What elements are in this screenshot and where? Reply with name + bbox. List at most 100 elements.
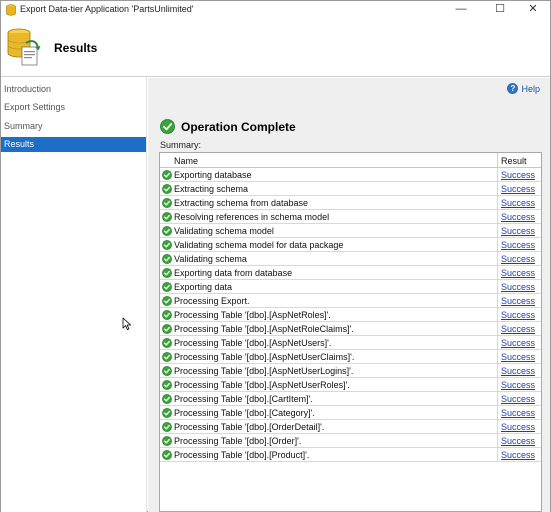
column-divider — [497, 266, 498, 280]
table-row[interactable]: Resolving references in schema model Succ… — [160, 210, 541, 224]
table-row[interactable]: Processing Table '[dbo].[AspNetUserLogin… — [160, 364, 541, 378]
page-title: Results — [54, 41, 98, 55]
mouse-cursor-icon — [122, 317, 131, 330]
row-result-link[interactable]: Success — [501, 422, 535, 432]
results-panel: ? Help Operation Complete Summary: Name … — [148, 78, 550, 512]
row-result-link[interactable]: Success — [501, 254, 535, 264]
row-result-link[interactable]: Success — [501, 212, 535, 222]
row-step-name: Processing Table '[dbo].[AspNetRoles]'. — [174, 310, 331, 320]
column-divider — [497, 322, 498, 336]
table-row[interactable]: Exporting database Success — [160, 168, 541, 182]
row-result-link[interactable]: Success — [501, 310, 535, 320]
table-row[interactable]: Validating schema Success — [160, 252, 541, 266]
column-divider — [497, 238, 498, 252]
sidebar-item-export-settings[interactable]: Export Settings — [1, 100, 146, 115]
maximize-button[interactable]: ☐ — [483, 1, 517, 19]
row-result-link[interactable]: Success — [501, 226, 535, 236]
row-result-link[interactable]: Success — [501, 268, 535, 278]
export-dialog-window: Export Data-tier Application 'PartsUnlim… — [0, 0, 551, 512]
success-check-icon — [162, 170, 172, 180]
close-button[interactable]: ✕ — [516, 1, 550, 19]
row-step-name: Processing Table '[dbo].[Category]'. — [174, 408, 315, 418]
table-row[interactable]: Processing Table '[dbo].[AspNetUserClaim… — [160, 350, 541, 364]
row-result-link[interactable]: Success — [501, 324, 535, 334]
row-result-link[interactable]: Success — [501, 198, 535, 208]
success-check-icon — [162, 282, 172, 292]
column-divider — [497, 448, 498, 462]
table-row[interactable]: Processing Table '[dbo].[CartItem]'. Succ… — [160, 392, 541, 406]
sidebar-item-summary[interactable]: Summary — [1, 119, 146, 134]
success-check-icon — [162, 198, 172, 208]
row-result-link[interactable]: Success — [501, 380, 535, 390]
table-row[interactable]: Processing Table '[dbo].[AspNetUserRoles… — [160, 378, 541, 392]
success-check-icon — [162, 338, 172, 348]
row-result-link[interactable]: Success — [501, 170, 535, 180]
table-row[interactable]: Validating schema model for data package… — [160, 238, 541, 252]
column-header-result[interactable]: Result — [501, 156, 527, 166]
help-link[interactable]: ? Help — [507, 83, 540, 94]
operation-title: Operation Complete — [181, 119, 296, 134]
sidebar-item-introduction[interactable]: Introduction — [1, 82, 146, 97]
column-divider — [497, 378, 498, 392]
row-step-name: Exporting data from database — [174, 268, 293, 278]
table-row[interactable]: Processing Export. Success — [160, 294, 541, 308]
row-result-link[interactable]: Success — [501, 296, 535, 306]
table-row[interactable]: Exporting data from database Success — [160, 266, 541, 280]
table-row[interactable]: Processing Table '[dbo].[Product]'. Succe… — [160, 448, 541, 462]
table-row[interactable]: Validating schema model Success — [160, 224, 541, 238]
success-check-icon — [162, 380, 172, 390]
success-check-icon — [162, 296, 172, 306]
row-result-link[interactable]: Success — [501, 366, 535, 376]
column-divider[interactable] — [497, 153, 498, 168]
row-step-name: Validating schema model — [174, 226, 274, 236]
row-result-link[interactable]: Success — [501, 184, 535, 194]
row-step-name: Extracting schema from database — [174, 198, 309, 208]
table-row[interactable]: Extracting schema from database Success — [160, 196, 541, 210]
sidebar-item-results[interactable]: Results — [1, 137, 146, 152]
row-result-link[interactable]: Success — [501, 338, 535, 348]
row-step-name: Processing Table '[dbo].[AspNetUserClaim… — [174, 352, 355, 362]
app-icon — [6, 4, 16, 16]
column-divider — [497, 168, 498, 182]
column-divider — [497, 182, 498, 196]
sidebar-nav: Introduction Export Settings Summary Res… — [1, 78, 147, 512]
row-result-link[interactable]: Success — [501, 352, 535, 362]
row-step-name: Processing Table '[dbo].[OrderDetail]'. — [174, 422, 325, 432]
success-check-icon — [162, 366, 172, 376]
row-step-name: Processing Table '[dbo].[AspNetUserRoles… — [174, 380, 350, 390]
row-step-name: Processing Table '[dbo].[AspNetUserLogin… — [174, 366, 354, 376]
success-check-icon — [162, 268, 172, 278]
row-step-name: Extracting schema — [174, 184, 249, 194]
success-check-icon — [162, 226, 172, 236]
column-divider — [497, 210, 498, 224]
table-row[interactable]: Extracting schema Success — [160, 182, 541, 196]
table-row[interactable]: Exporting data Success — [160, 280, 541, 294]
table-row[interactable]: Processing Table '[dbo].[AspNetUsers]'. S… — [160, 336, 541, 350]
success-check-icon — [162, 352, 172, 362]
column-divider — [497, 196, 498, 210]
column-divider — [497, 420, 498, 434]
table-row[interactable]: Processing Table '[dbo].[Order]'. Success — [160, 434, 541, 448]
window-title: Export Data-tier Application 'PartsUnlim… — [20, 4, 194, 14]
row-result-link[interactable]: Success — [501, 394, 535, 404]
row-step-name: Processing Table '[dbo].[Product]'. — [174, 450, 310, 460]
table-row[interactable]: Processing Table '[dbo].[AspNetRoles]'. S… — [160, 308, 541, 322]
column-divider — [497, 434, 498, 448]
row-step-name: Exporting data — [174, 282, 233, 292]
row-result-link[interactable]: Success — [501, 240, 535, 250]
row-result-link[interactable]: Success — [501, 282, 535, 292]
title-bar[interactable]: Export Data-tier Application 'PartsUnlim… — [1, 1, 550, 19]
minimize-button[interactable]: — — [444, 1, 478, 19]
table-row[interactable]: Processing Table '[dbo].[OrderDetail]'. S… — [160, 420, 541, 434]
table-header: Name Result — [160, 153, 541, 168]
table-row[interactable]: Processing Table '[dbo].[AspNetRoleClaim… — [160, 322, 541, 336]
table-row[interactable]: Processing Table '[dbo].[Category]'. Succ… — [160, 406, 541, 420]
success-check-icon — [162, 240, 172, 250]
row-result-link[interactable]: Success — [501, 408, 535, 418]
success-check-icon — [162, 324, 172, 334]
success-check-icon — [162, 184, 172, 194]
column-header-name[interactable]: Name — [174, 156, 198, 166]
row-result-link[interactable]: Success — [501, 436, 535, 446]
success-check-icon — [160, 119, 175, 134]
row-result-link[interactable]: Success — [501, 450, 535, 460]
